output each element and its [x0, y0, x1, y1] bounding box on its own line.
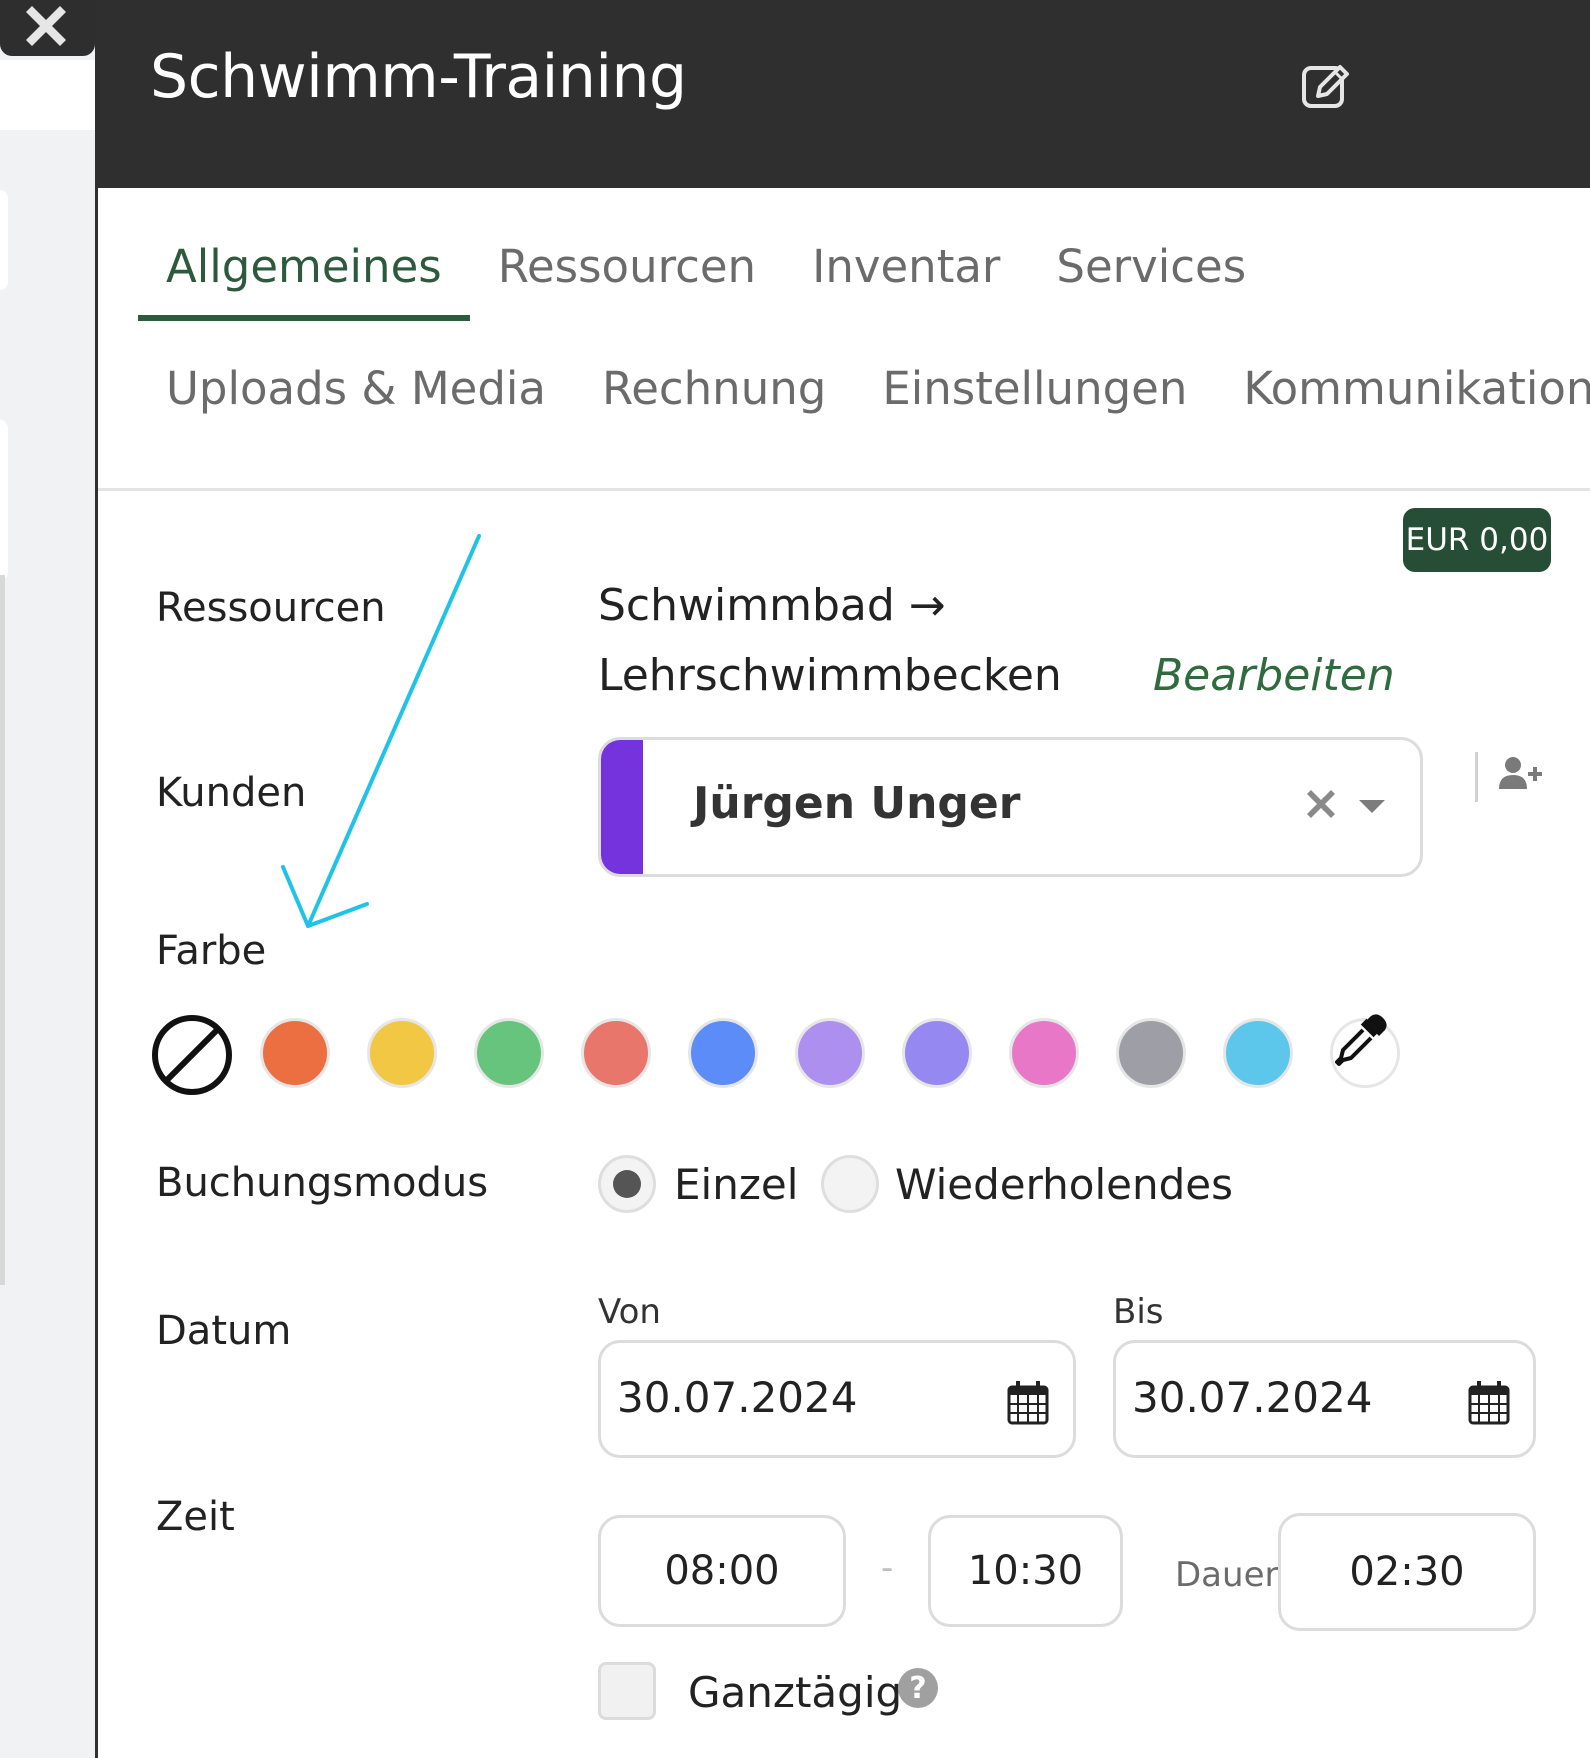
farbe-label: Farbe: [156, 928, 267, 974]
dauer-label: Dauer: [1175, 1555, 1279, 1595]
duration-input[interactable]: 02:30: [1278, 1513, 1536, 1631]
resource-path-line2: Lehrschwimmbecken: [598, 650, 1062, 701]
customer-color-bar: [601, 740, 643, 874]
bis-label: Bis: [1113, 1292, 1164, 1332]
color-swatch-cyan[interactable]: [1223, 1018, 1293, 1088]
bis-date-value: 30.07.2024: [1132, 1373, 1373, 1422]
price-badge: EUR 0,00: [1403, 508, 1551, 572]
resource-path-line1: Schwimmbad →: [598, 580, 946, 631]
tab-kommunikation[interactable]: Kommunikation: [1215, 362, 1590, 437]
radio-wiederholendes-label: Wiederholendes: [895, 1160, 1233, 1209]
von-date-input[interactable]: 30.07.2024: [598, 1340, 1076, 1458]
customer-select[interactable]: Jürgen Unger: [598, 737, 1423, 877]
close-icon[interactable]: [18, 0, 74, 52]
close-modal-button[interactable]: [0, 0, 95, 56]
buchungsmodus-label: Buchungsmodus: [156, 1160, 489, 1206]
radio-einzel[interactable]: [598, 1155, 656, 1213]
background-card: [0, 190, 8, 290]
booking-modal: Schwimm-Training Allgemeines Ressourcen …: [95, 0, 1590, 1758]
tab-rechnung[interactable]: Rechnung: [574, 362, 854, 437]
color-swatch-pink[interactable]: [1009, 1018, 1079, 1088]
background-card: [0, 60, 95, 130]
background-page: [0, 0, 95, 1758]
no-color-swatch[interactable]: [150, 1013, 234, 1097]
bis-date-input[interactable]: 30.07.2024: [1113, 1340, 1536, 1458]
color-swatch-blue[interactable]: [688, 1018, 758, 1088]
tab-inventar[interactable]: Inventar: [784, 240, 1028, 321]
background-card: [0, 420, 8, 580]
ressourcen-label: Ressourcen: [156, 585, 386, 631]
zeit-label: Zeit: [156, 1494, 235, 1540]
edit-icon[interactable]: [1298, 56, 1354, 112]
tabs-divider: [98, 488, 1590, 491]
help-icon[interactable]: ?: [898, 1668, 938, 1708]
radio-einzel-label: Einzel: [674, 1160, 799, 1209]
von-label: Von: [598, 1292, 661, 1332]
time-separator: -: [881, 1548, 894, 1588]
modal-header: Schwimm-Training: [98, 0, 1590, 188]
tab-ressourcen[interactable]: Ressourcen: [470, 240, 784, 321]
tab-services[interactable]: Services: [1028, 240, 1274, 321]
ganztaegig-checkbox[interactable]: [598, 1662, 656, 1720]
chevron-down-icon[interactable]: [1359, 800, 1385, 813]
tab-allgemeines[interactable]: Allgemeines: [138, 240, 470, 321]
color-swatch-salmon[interactable]: [581, 1018, 651, 1088]
separator: [1475, 752, 1478, 802]
tab-uploads-media[interactable]: Uploads & Media: [138, 362, 574, 437]
start-time-input[interactable]: 08:00: [598, 1515, 846, 1627]
add-customer-icon[interactable]: [1498, 755, 1544, 795]
color-swatch-yellow[interactable]: [367, 1018, 437, 1088]
color-swatch-violet[interactable]: [902, 1018, 972, 1088]
datum-label: Datum: [156, 1308, 292, 1354]
tab-row-1: Allgemeines Ressourcen Inventar Services: [138, 240, 1274, 321]
clear-icon[interactable]: [1301, 784, 1341, 824]
selected-customer: Jürgen Unger: [693, 778, 1021, 829]
end-time-input[interactable]: 10:30: [928, 1515, 1123, 1627]
tab-row-2: Uploads & Media Rechnung Einstellungen K…: [138, 362, 1590, 437]
color-swatch-orange[interactable]: [260, 1018, 330, 1088]
kunden-label: Kunden: [156, 770, 307, 816]
eyedropper-icon[interactable]: [1333, 1012, 1389, 1068]
tab-einstellungen[interactable]: Einstellungen: [854, 362, 1215, 437]
color-swatch-green[interactable]: [474, 1018, 544, 1088]
calendar-icon[interactable]: [1007, 1381, 1049, 1425]
ganztaegig-label: Ganztägig: [688, 1668, 903, 1717]
radio-wiederholendes[interactable]: [821, 1155, 879, 1213]
color-swatch-gray[interactable]: [1116, 1018, 1186, 1088]
calendar-icon[interactable]: [1468, 1381, 1510, 1425]
von-date-value: 30.07.2024: [617, 1373, 858, 1422]
background-divider: [0, 575, 5, 1285]
modal-title: Schwimm-Training: [150, 42, 687, 112]
edit-resources-link[interactable]: Bearbeiten: [1153, 650, 1395, 701]
color-swatch-lavender[interactable]: [795, 1018, 865, 1088]
